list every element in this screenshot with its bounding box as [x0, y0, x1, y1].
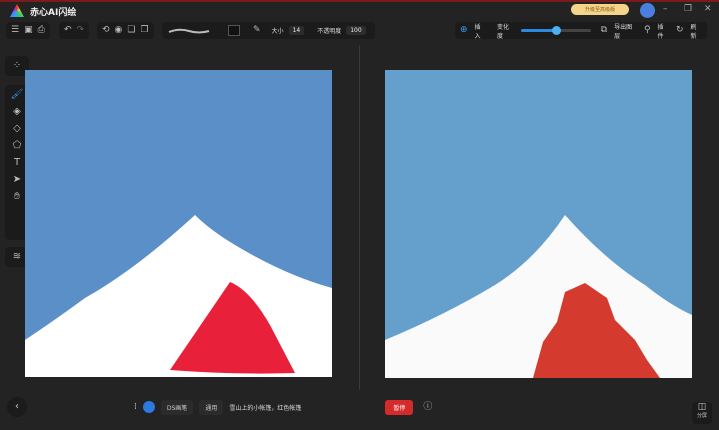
text-icon[interactable]: T	[14, 158, 20, 168]
history-group: ↶ ↷	[59, 22, 90, 39]
brush-group: ✎ 大小 14 不透明度 100	[162, 22, 375, 39]
rotate-icon[interactable]: ⟲	[102, 26, 110, 35]
layers-copy-icon[interactable]: ❐	[140, 26, 148, 35]
opacity-label: 不透明度	[317, 28, 342, 35]
variation-label: 变化度	[497, 23, 510, 40]
brush-model-button[interactable]: DS画笔	[160, 399, 194, 415]
drawing-canvas[interactable]	[25, 70, 332, 377]
brush-icon[interactable]: 🖌︎	[11, 90, 24, 100]
file-group: ☰ ▣ ⎙	[6, 22, 50, 39]
plugin-button[interactable]: 插件	[658, 22, 669, 40]
layers-icon[interactable]: ≋	[13, 252, 21, 262]
color-swatch[interactable]	[228, 25, 240, 36]
save-icon[interactable]: ▣	[24, 26, 33, 35]
result-canvas	[385, 70, 692, 378]
split-view-button[interactable]: ◫ 分屏	[692, 402, 712, 424]
app-logo	[10, 4, 24, 17]
drag-handle-icon[interactable]: ⁞	[134, 402, 137, 412]
copy-icon[interactable]: ❏	[127, 26, 135, 35]
stroke-preview[interactable]	[167, 26, 211, 36]
maximize-icon[interactable]: ❐	[684, 4, 692, 14]
view-group: ⟲ ◉ ❏ ❐	[97, 22, 154, 39]
center-icon[interactable]: ◉	[115, 26, 123, 35]
app-title: 赤心AI闪绘	[30, 8, 77, 18]
minimize-icon[interactable]: –	[663, 4, 668, 14]
redo-icon[interactable]: ↷	[77, 26, 85, 35]
opacity-input[interactable]: 100	[346, 26, 366, 35]
upgrade-button[interactable]: 升级至高级版	[571, 4, 629, 15]
refresh-icon[interactable]: ↻	[676, 26, 684, 35]
prompt-bar: ⁞ DS画笔 通用 雪山上的小帐篷，红色帐篷 暂停 ⓘ	[134, 398, 432, 416]
pause-button[interactable]: 暂停	[385, 399, 414, 415]
title-bar-accent	[0, 0, 719, 2]
split-view-label: 分屏	[696, 413, 707, 419]
fill-icon[interactable]: ◈	[13, 107, 21, 117]
hand-icon[interactable]: ✋︎	[14, 192, 20, 202]
info-icon[interactable]: ⓘ	[423, 402, 432, 412]
style-button[interactable]: 通用	[199, 399, 224, 415]
select-icon[interactable]: ➤	[13, 175, 21, 185]
export-icon[interactable]: ⧉	[601, 26, 607, 35]
undo-icon[interactable]: ↶	[64, 26, 72, 35]
avatar[interactable]	[640, 3, 655, 18]
split-divider[interactable]	[359, 45, 360, 390]
insert-icon[interactable]: ⊕	[460, 26, 468, 35]
size-input[interactable]: 14	[288, 26, 305, 35]
mic-icon[interactable]	[142, 401, 155, 413]
variation-slider[interactable]	[521, 26, 591, 35]
print-icon[interactable]: ⎙	[38, 26, 45, 35]
plugin-icon[interactable]: ⚲	[644, 26, 651, 35]
insert-button[interactable]: 插入	[475, 22, 486, 40]
eyedropper-icon[interactable]: ✎	[253, 26, 261, 35]
shape-icon[interactable]: ⬠	[13, 141, 22, 151]
grid-icon[interactable]: ⁘	[13, 61, 21, 71]
close-icon[interactable]: ✕	[704, 4, 712, 14]
collapse-button[interactable]: ‹	[7, 397, 27, 417]
size-label: 大小	[271, 28, 284, 35]
eraser-icon[interactable]: ◇	[13, 124, 21, 134]
prompt-input[interactable]: 雪山上的小帐篷，红色帐篷	[229, 403, 379, 412]
menu-icon[interactable]: ☰	[11, 26, 19, 35]
refresh-button[interactable]: 刷新	[691, 22, 702, 40]
export-button[interactable]: 导出图层	[614, 22, 637, 40]
